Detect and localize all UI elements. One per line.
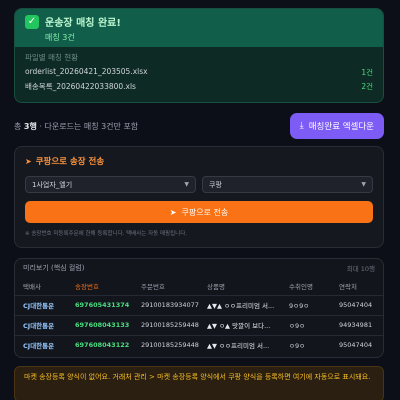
excel-download-button[interactable]: ⤓ 매칭완료 엑셀다운 [289, 113, 384, 139]
cell-recipient: 9ㅇ9ㅇ [289, 302, 310, 310]
file-row: orderlist_20260421_203505.xlsx 1건 [25, 67, 373, 78]
preview-title: 미리보기 (핵심 컬럼) [23, 264, 85, 272]
cell-waybill: 697605431374 [75, 301, 130, 309]
column-header-courier: 택배사 [23, 282, 41, 291]
cell-courier: CJ대한통운 [23, 342, 55, 351]
column-header-product: 상품명 [207, 282, 225, 291]
preview-header: 미리보기 (핵심 컬럼) 최대 10행 [15, 259, 383, 277]
cell-order-no: 29100185259448 [141, 341, 199, 350]
preview-table: 택배사 송장번호 주문번호 상품명 수취인명 연락처 CJ대한통운 697605… [15, 277, 383, 355]
coupang-selects: 1사업자_엘기 ▼ 쿠팡 ▼ [25, 176, 373, 193]
file-name: 배송목록_20260422033800.xls [25, 82, 136, 91]
vendor-select-value: 1사업자_엘기 [32, 180, 73, 189]
success-subtitle: 매칭 3건 [45, 33, 75, 42]
coupang-send-section: ➤ 쿠팡으로 송장 전송 1사업자_엘기 ▼ 쿠팡 ▼ ➤ 쿠팡으로 전송 ※ … [14, 146, 384, 248]
courier-select[interactable]: 쿠팡 ▼ [202, 176, 373, 193]
chevron-down-icon: ▼ [184, 181, 189, 188]
chevron-down-icon: ▼ [361, 181, 366, 188]
table-row: CJ대한통운 697608043122 29100185259448 ▲▼ ㅇㅇ… [15, 335, 383, 355]
cell-product: ▲▼ ㅇ▲ 맛깔이 보다... [207, 322, 271, 330]
cell-order-no: 29100183934077 [141, 301, 199, 309]
column-header-contact: 연락처 [339, 282, 357, 291]
cell-contact: 95047404 [339, 341, 373, 350]
warning-banner: 마켓 송장등록 양식이 없어요. 거래처 관리 > 마켓 송장등록 양식에서 쿠… [14, 366, 384, 400]
cell-courier: CJ대한통운 [23, 302, 55, 310]
row-summary: 총 3행 · 다운로드는 매칭 3건만 포함 [14, 121, 138, 132]
summary-prefix: 총 [14, 121, 22, 131]
file-summary: 파일별 매칭 현황 orderlist_20260421_203505.xlsx… [15, 47, 383, 100]
success-card: ✓ 운송장 매칭 완료! 매칭 3건 파일별 매칭 현황 orderlist_2… [14, 8, 384, 103]
summary-detail: · 다운로드는 매칭 3건만 포함 [39, 121, 139, 131]
checkmark-icon: ✓ [25, 15, 39, 29]
cell-courier: CJ대한통운 [23, 322, 55, 330]
cell-recipient: ㅇ9ㅇ [289, 342, 306, 351]
send-to-coupang-label: 쿠팡으로 전송 [181, 207, 229, 217]
courier-select-value: 쿠팡 [209, 180, 222, 189]
send-to-coupang-button[interactable]: ➤ 쿠팡으로 전송 [25, 201, 373, 223]
success-title: 운송장 매칭 완료! [45, 18, 121, 29]
file-row: 배송목록_20260422033800.xls 2건 [25, 81, 373, 92]
send-icon: ➤ [169, 207, 177, 217]
coupang-title-text: 쿠팡으로 송장 전송 [35, 157, 105, 167]
coupang-hint: ※ 송장번호 미등록주문에 한해 등록합니다. 택배사는 자동 매핑됩니다. [25, 231, 188, 237]
column-header-waybill: 송장번호 [75, 282, 99, 291]
preview-max-rows: 최대 10행 [346, 265, 375, 273]
cell-contact: 95047404 [339, 301, 373, 309]
table-row: CJ대한통운 697608043133 29100185259448 ▲▼ ㅇ▲… [15, 315, 383, 335]
excel-download-label: 매칭완료 엑셀다운 [308, 122, 374, 132]
success-header: ✓ 운송장 매칭 완료! 매칭 3건 [15, 9, 383, 47]
summary-total: 3행 [23, 121, 37, 131]
coupang-section-title: ➤ 쿠팡으로 송장 전송 [25, 155, 373, 168]
file-match-count: 1건 [361, 68, 373, 77]
summary-row: 총 3행 · 다운로드는 매칭 3건만 포함 ⤓ 매칭완료 엑셀다운 [14, 112, 384, 140]
table-row: CJ대한통운 697605431374 29100183934077 ▲▼▲ ㅇ… [15, 295, 383, 315]
cell-contact: 94934981 [339, 321, 373, 329]
column-header-order-no: 주문번호 [141, 282, 165, 291]
file-summary-heading: 파일별 매칭 현황 [25, 53, 79, 62]
cell-waybill: 697608043122 [75, 341, 130, 350]
vendor-select[interactable]: 1사업자_엘기 ▼ [25, 176, 196, 193]
send-icon: ➤ [25, 156, 32, 166]
table-header-row: 택배사 송장번호 주문번호 상품명 수취인명 연락처 [15, 277, 383, 295]
cell-recipient: ㅇ9ㅇ [289, 322, 306, 330]
column-header-recipient: 수취인명 [289, 282, 313, 291]
cell-product: ▲▼▲ ㅇㅇ프리미엄 서... [207, 302, 275, 310]
cell-order-no: 29100185259448 [141, 321, 199, 329]
file-match-count: 2건 [361, 82, 373, 91]
download-icon: ⤓ [299, 121, 304, 131]
file-name: orderlist_20260421_203505.xlsx [25, 67, 148, 76]
cell-waybill: 697608043133 [75, 321, 130, 329]
preview-table-card: 미리보기 (핵심 컬럼) 최대 10행 택배사 송장번호 주문번호 상품명 수취… [14, 258, 384, 358]
cell-product: ▲▼ ㅇㅇ프리미엄 서... [207, 342, 270, 351]
